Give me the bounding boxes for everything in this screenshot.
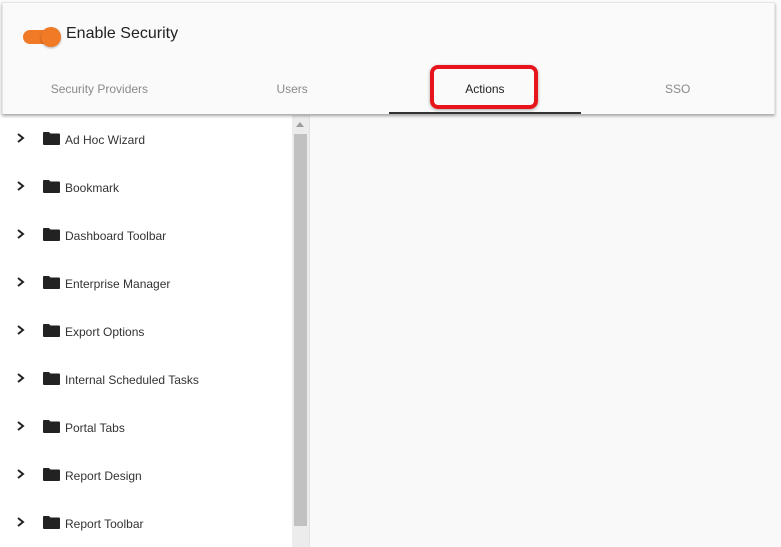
tree-item-label: Bookmark <box>65 181 120 195</box>
tree-item[interactable]: Enterprise Manager <box>0 259 292 307</box>
folder-icon <box>43 276 60 289</box>
actions-tree: Ad Hoc Wizard Bookmark Dashboard Toolbar En… <box>0 115 292 547</box>
tree-item-label: Report Toolbar <box>65 517 144 531</box>
tab-sso[interactable]: SSO <box>581 65 774 114</box>
enable-security-toggle[interactable] <box>23 27 61 47</box>
tree-item[interactable]: Report Toolbar <box>0 499 292 547</box>
tree-item[interactable]: Ad Hoc Wizard <box>0 115 292 163</box>
tree-item-label: Portal Tabs <box>65 421 125 435</box>
chevron-right-icon[interactable] <box>15 419 27 433</box>
folder-icon <box>43 228 60 241</box>
tab-users[interactable]: Users <box>196 65 389 114</box>
tree-item[interactable]: Dashboard Toolbar <box>0 211 292 259</box>
folder-icon <box>43 468 60 481</box>
annotation-highlight-box <box>430 65 538 109</box>
toggle-knob <box>41 27 61 47</box>
tree-item-label: Dashboard Toolbar <box>65 229 167 243</box>
chevron-right-icon[interactable] <box>15 227 27 241</box>
tree-item[interactable]: Export Options <box>0 307 292 355</box>
tree-item-label: Export Options <box>65 325 145 339</box>
scroll-thumb[interactable] <box>294 134 307 526</box>
chevron-right-icon[interactable] <box>15 371 27 385</box>
tree-item[interactable]: Portal Tabs <box>0 403 292 451</box>
tree-item[interactable]: Bookmark <box>0 163 292 211</box>
tree-scrollbar[interactable] <box>292 115 309 547</box>
security-header: Enable Security Security Providers Users… <box>2 2 775 114</box>
tree-item[interactable]: Internal Scheduled Tasks <box>0 355 292 403</box>
chevron-right-icon[interactable] <box>15 323 27 337</box>
folder-icon <box>43 132 60 145</box>
scroll-up-arrow-icon[interactable] <box>296 122 304 127</box>
tree-item-label: Ad Hoc Wizard <box>65 133 146 147</box>
folder-icon <box>43 324 60 337</box>
folder-icon <box>43 420 60 433</box>
tree-item-label: Report Design <box>65 469 142 483</box>
tree-item-label: Enterprise Manager <box>65 277 171 291</box>
chevron-right-icon[interactable] <box>15 179 27 193</box>
chevron-right-icon[interactable] <box>15 275 27 289</box>
folder-icon <box>43 516 60 529</box>
tab-bar: Security Providers Users Actions SSO <box>3 65 774 114</box>
chevron-right-icon[interactable] <box>15 131 27 145</box>
tree-item-label: Internal Scheduled Tasks <box>65 373 199 387</box>
folder-icon <box>43 180 60 193</box>
folder-icon <box>43 372 60 385</box>
chevron-right-icon[interactable] <box>15 515 27 529</box>
tree-item[interactable]: Report Design <box>0 451 292 499</box>
chevron-right-icon[interactable] <box>15 467 27 481</box>
enable-security-label: Enable Security <box>66 25 179 42</box>
tab-security-providers[interactable]: Security Providers <box>3 65 196 114</box>
details-pane <box>310 115 781 547</box>
